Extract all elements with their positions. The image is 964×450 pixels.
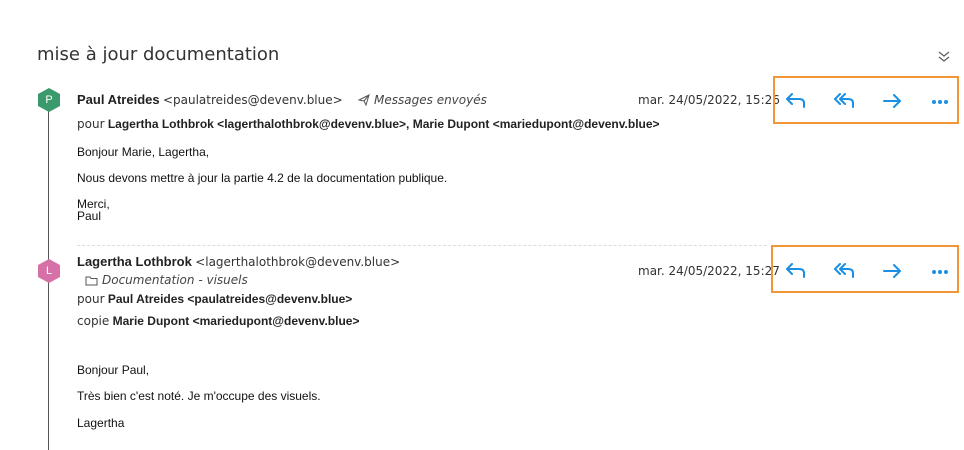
avatar: L: [37, 259, 61, 283]
avatar: P: [37, 88, 61, 112]
to-prefix: pour: [77, 117, 105, 131]
cc-prefix: copie: [77, 314, 110, 328]
message-date: mar. 24/05/2022, 15:27: [638, 264, 780, 278]
cc-recipients: Marie Dupont <mariedupont@devenv.blue>: [112, 314, 360, 328]
reply-icon[interactable]: [781, 88, 807, 114]
avatar-letter: L: [45, 265, 53, 277]
body-line: Très bien c'est noté. Je m'occupe des vi…: [77, 389, 321, 403]
body-line: Paul: [77, 209, 102, 223]
message-folder: Documentation - visuels: [77, 273, 248, 289]
recipients-cc: copie Marie Dupont <mariedupont@devenv.b…: [77, 314, 359, 328]
message-actions: [771, 245, 959, 293]
to-recipients: Lagertha Lothbrok <lagerthalothbrok@deve…: [107, 117, 660, 131]
message-actions: [773, 76, 959, 124]
body-line: Bonjour Paul,: [77, 363, 150, 377]
folder-label[interactable]: Documentation - visuels: [102, 273, 248, 287]
collapse-icon[interactable]: [936, 48, 952, 64]
sender-email: <lagerthalothbrok@devenv.blue>: [195, 255, 401, 269]
folder-label[interactable]: Messages envoyés: [374, 93, 487, 107]
message-header: Paul Atreides <paulatreides@devenv.blue>…: [77, 92, 487, 109]
reply-all-icon[interactable]: [830, 258, 856, 284]
recipients-to: pour Paul Atreides <paulatreides@devenv.…: [77, 292, 352, 306]
recipients-to: pour Lagertha Lothbrok <lagerthalothbrok…: [77, 117, 660, 131]
thread-subject: mise à jour documentation: [37, 44, 280, 65]
body-line: Nous devons mettre à jour la partie 4.2 …: [77, 171, 448, 185]
message-header: Lagertha Lothbrok <lagerthalothbrok@deve…: [77, 254, 400, 269]
folder-icon: [85, 275, 98, 289]
avatar-letter: P: [45, 94, 53, 106]
more-icon[interactable]: [927, 258, 953, 284]
message-date: mar. 24/05/2022, 15:26: [638, 93, 780, 107]
sender-email: <paulatreides@devenv.blue>: [162, 93, 343, 107]
sender-name[interactable]: Lagertha Lothbrok: [77, 254, 192, 269]
forward-icon[interactable]: [879, 88, 905, 114]
body-line: Bonjour Marie, Lagertha,: [77, 145, 210, 159]
body-line: Lagertha: [77, 416, 125, 430]
reply-all-icon[interactable]: [830, 88, 856, 114]
to-prefix: pour: [77, 292, 105, 306]
reply-icon[interactable]: [781, 258, 807, 284]
more-icon[interactable]: [927, 88, 953, 114]
sender-name[interactable]: Paul Atreides: [77, 92, 160, 107]
message-separator: [77, 245, 767, 246]
forward-icon[interactable]: [879, 258, 905, 284]
paper-plane-icon: [357, 94, 370, 109]
to-recipients: Paul Atreides <paulatreides@devenv.blue>: [107, 292, 353, 306]
